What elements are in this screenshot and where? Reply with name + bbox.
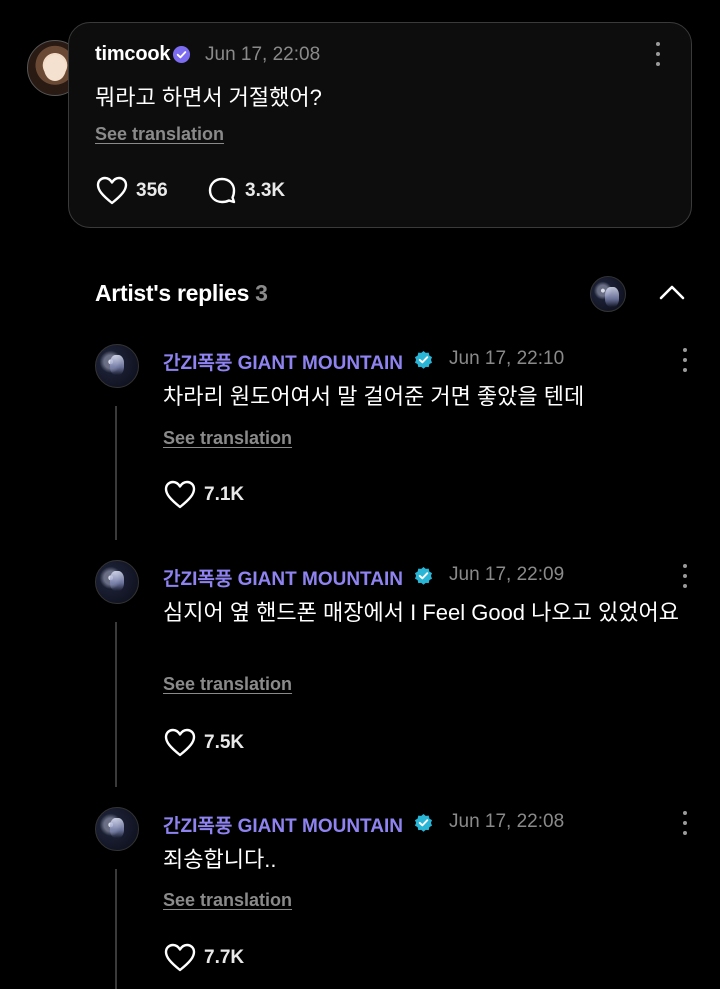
like-count: 7.7K [204, 947, 245, 968]
post-text: 뭐라고 하면서 거절했어? [95, 85, 322, 110]
chevron-up-icon[interactable] [657, 282, 687, 302]
reply-text: 차라리 원도어여서 말 걸어준 거면 좋았을 텐데 [163, 384, 585, 409]
post-username[interactable]: timcook [95, 43, 170, 66]
thread-line [115, 406, 117, 540]
reply-item: 간ZI폭풍 GIANT MOUNTAIN Jun 17, 22:09 심지어 옆… [0, 560, 720, 800]
reply-item: 간ZI폭풍 GIANT MOUNTAIN Jun 17, 22:08 죄송합니다… [0, 807, 720, 989]
artist-replies-count: 3 [255, 280, 268, 306]
see-translation-link[interactable]: See translation [163, 428, 292, 449]
reply-text: 심지어 옆 핸드폰 매장에서 I Feel Good 나오고 있었어요 [163, 600, 679, 625]
see-translation-link[interactable]: See translation [95, 124, 224, 145]
reply-timestamp: Jun 17, 22:08 [449, 811, 565, 832]
heart-icon [164, 943, 196, 972]
verified-badge-icon [414, 350, 433, 369]
comment-icon [208, 177, 236, 204]
more-options-icon[interactable] [682, 564, 688, 588]
reply-avatar[interactable] [95, 807, 139, 851]
reply-timestamp: Jun 17, 22:09 [449, 564, 565, 585]
reply-username[interactable]: 간ZI폭풍 GIANT MOUNTAIN [163, 348, 403, 375]
like-button[interactable]: 7.1K [164, 480, 244, 510]
like-button[interactable]: 7.5K [164, 728, 244, 758]
comment-button[interactable]: 3.3K [207, 176, 285, 206]
reply-avatar[interactable] [95, 344, 139, 388]
more-options-icon[interactable] [682, 811, 688, 835]
like-button[interactable]: 7.7K [164, 943, 244, 973]
like-count: 7.1K [204, 484, 245, 505]
heart-icon [164, 480, 196, 509]
like-count: 7.5K [204, 732, 245, 753]
reply-text: 죄송합니다.. [163, 847, 277, 872]
see-translation-link[interactable]: See translation [163, 674, 292, 695]
reply-username[interactable]: 간ZI폭풍 GIANT MOUNTAIN [163, 811, 403, 838]
thread-line [115, 869, 117, 989]
reply-timestamp: Jun 17, 22:10 [449, 348, 565, 369]
artist-replies-title: Artist's replies [95, 280, 250, 306]
verified-badge-icon [414, 813, 433, 832]
reply-username[interactable]: 간ZI폭풍 GIANT MOUNTAIN [163, 564, 403, 591]
heart-icon [96, 176, 128, 205]
more-options-icon[interactable] [682, 348, 688, 372]
artist-avatar [590, 276, 626, 312]
reply-avatar[interactable] [95, 560, 139, 604]
see-translation-link[interactable]: See translation [163, 890, 292, 911]
more-options-icon[interactable] [655, 42, 661, 66]
artist-replies-header: Artist's replies 3 [95, 280, 268, 307]
thread-line [115, 622, 117, 787]
verified-badge-icon [172, 45, 191, 64]
verified-badge-icon [414, 566, 433, 585]
post-timestamp: Jun 17, 22:08 [205, 44, 321, 65]
like-count: 356 [136, 180, 168, 201]
like-button[interactable]: 356 [96, 176, 168, 206]
heart-icon [164, 728, 196, 757]
comment-count: 3.3K [245, 180, 286, 201]
reply-item: 간ZI폭풍 GIANT MOUNTAIN Jun 17, 22:10 차라리 원… [0, 344, 720, 544]
